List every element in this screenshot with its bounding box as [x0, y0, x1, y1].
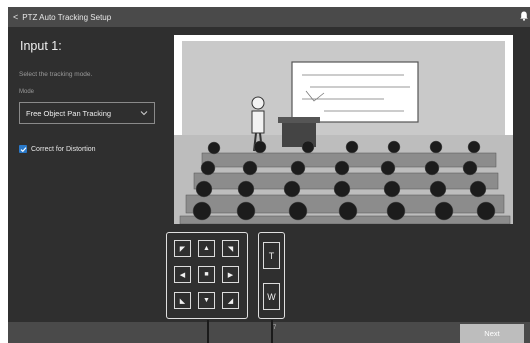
mode-select[interactable]: Free Object Pan Tracking: [19, 102, 155, 124]
title-bar: < PTZ Auto Tracking Setup: [8, 7, 530, 27]
camera-preview: [174, 35, 513, 224]
classroom-illustration: [174, 35, 513, 224]
pan-down-left-button[interactable]: ◣: [174, 292, 191, 309]
pan-tilt-pad: ◤ ▲ ◥ ◀ ■ ▶ ◣ ▼ ◢: [166, 232, 248, 319]
tilt-down-button[interactable]: ▼: [198, 292, 215, 309]
zoom-tele-button[interactable]: T: [263, 242, 280, 269]
mode-select-value: Free Object Pan Tracking: [26, 108, 112, 118]
footer-bar: 7 Next: [8, 322, 530, 343]
distortion-option[interactable]: Correct for Distortion: [19, 145, 96, 153]
zoom-controls: T W: [258, 232, 285, 319]
input-title: Input 1:: [20, 39, 62, 53]
mode-label: Mode: [19, 89, 35, 95]
back-chevron-icon[interactable]: <: [13, 12, 18, 22]
zoom-wide-button[interactable]: W: [263, 283, 280, 310]
callout-line-zoom: [271, 320, 273, 343]
distortion-checkbox[interactable]: [19, 145, 27, 153]
pan-right-button[interactable]: ▶: [222, 266, 239, 283]
pan-down-right-button[interactable]: ◢: [222, 292, 239, 309]
bell-icon[interactable]: [520, 11, 528, 21]
main-panel: Input 1: Select the tracking mode. Mode …: [8, 27, 530, 322]
pan-up-right-button[interactable]: ◥: [222, 240, 239, 257]
next-button[interactable]: Next: [460, 324, 524, 343]
home-button[interactable]: ■: [198, 266, 215, 283]
app-title: PTZ Auto Tracking Setup: [22, 12, 112, 22]
pan-up-left-button[interactable]: ◤: [174, 240, 191, 257]
checkmark-icon: [20, 146, 26, 152]
tracking-mode-hint: Select the tracking mode.: [19, 71, 93, 78]
chevron-down-icon: [140, 111, 148, 116]
page-number: 7: [273, 325, 277, 331]
tilt-up-button[interactable]: ▲: [198, 240, 215, 257]
distortion-label: Correct for Distortion: [31, 145, 96, 153]
pan-left-button[interactable]: ◀: [174, 266, 191, 283]
callout-line-pad: [207, 320, 209, 343]
